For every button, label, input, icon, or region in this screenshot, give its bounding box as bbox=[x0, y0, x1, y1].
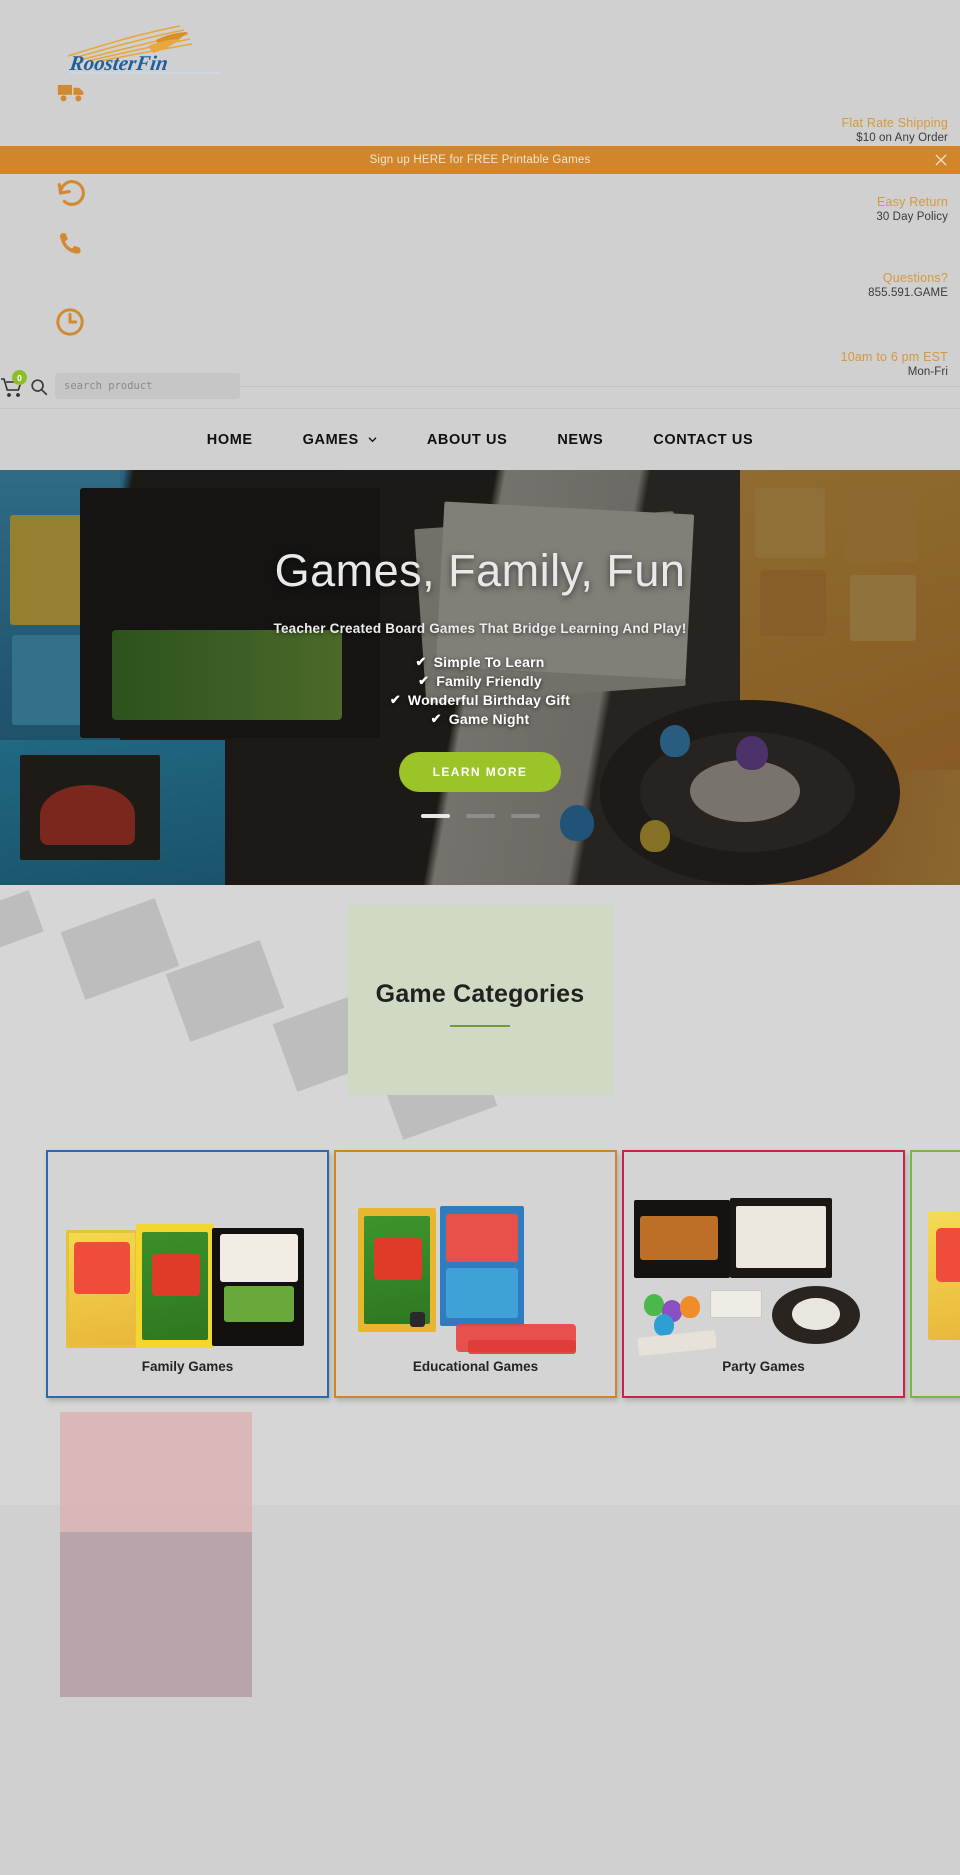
nav-label: GAMES bbox=[302, 431, 359, 448]
svg-text:RoosterFin: RoosterFin bbox=[67, 51, 169, 75]
check-icon: ✔ bbox=[418, 673, 430, 688]
carousel-dot-2[interactable] bbox=[465, 814, 495, 818]
announcement-bar[interactable]: Sign up HERE for FREE Printable Games bbox=[0, 146, 960, 174]
hero-bullet-label: Family Friendly bbox=[436, 673, 542, 689]
close-icon[interactable] bbox=[934, 153, 948, 167]
category-card-party-games[interactable]: Party Games bbox=[622, 1150, 905, 1398]
hero-bullet-label: Simple To Learn bbox=[433, 654, 545, 670]
nav-label: ABOUT US bbox=[426, 431, 508, 448]
hero-bullet-list: ✔ Simple To Learn ✔ Family Friendly ✔ Wo… bbox=[390, 654, 570, 727]
category-card-label: Family Games bbox=[141, 1359, 234, 1374]
nav-item-contact-us[interactable]: CONTACT US bbox=[628, 432, 778, 448]
hero-bullet: ✔ Game Night bbox=[431, 711, 530, 727]
category-card-image bbox=[912, 1182, 960, 1352]
utility-easy-return: Easy Return 30 Day Policy bbox=[876, 195, 948, 224]
page-root: RoosterFin Flat Rate Shipping $10 on Any… bbox=[0, 0, 960, 1875]
check-icon: ✔ bbox=[415, 654, 427, 669]
cart-count-badge: 0 bbox=[12, 370, 27, 385]
utility-sub: 30 Day Policy bbox=[876, 211, 948, 224]
heading-underline bbox=[450, 1025, 510, 1027]
cart-icon[interactable]: 0 bbox=[0, 370, 34, 402]
search-row: 0 bbox=[0, 370, 960, 405]
hero-bullet: ✔ Family Friendly bbox=[418, 673, 542, 689]
main-navigation: HOME GAMES ABOUT US NEWS CONTACT US bbox=[0, 408, 960, 470]
category-card-family-games[interactable]: Family Games bbox=[46, 1150, 329, 1398]
roosterfin-logo-icon: RoosterFin bbox=[67, 25, 220, 75]
divider bbox=[240, 386, 960, 387]
nav-item-news[interactable]: NEWS bbox=[532, 432, 628, 448]
hero-subtitle: Teacher Created Board Games That Bridge … bbox=[273, 621, 687, 636]
utility-title: Flat Rate Shipping bbox=[841, 116, 948, 130]
carousel-dots bbox=[420, 814, 540, 818]
announcement-text[interactable]: Sign up HERE for FREE Printable Games bbox=[370, 154, 591, 166]
utility-title: Questions? bbox=[882, 271, 948, 285]
search-icon[interactable] bbox=[30, 378, 48, 396]
header-utility-zone: RoosterFin Flat Rate Shipping $10 on Any… bbox=[0, 0, 960, 470]
utility-questions: Questions? 855.591.GAME bbox=[868, 271, 948, 300]
check-icon: ✔ bbox=[389, 692, 401, 707]
learn-more-button[interactable]: LEARN MORE bbox=[398, 752, 562, 792]
overlay-band-mauve bbox=[60, 1532, 252, 1697]
categories-heading: Game Categories bbox=[375, 980, 585, 1008]
category-card-next[interactable] bbox=[910, 1150, 960, 1398]
hero-bullet: ✔ Wonderful Birthday Gift bbox=[390, 692, 570, 708]
nav-item-about-us[interactable]: ABOUT US bbox=[402, 432, 533, 448]
brand-logo[interactable]: RoosterFin bbox=[60, 20, 230, 80]
check-icon: ✔ bbox=[430, 711, 442, 726]
truck-icon bbox=[55, 75, 89, 109]
hero-title: Games, Family, Fun bbox=[274, 545, 686, 596]
category-card-row: Family Games Educational Games Party Gam… bbox=[0, 1150, 960, 1398]
phone-icon bbox=[53, 228, 87, 262]
hero-bullet-label: Wonderful Birthday Gift bbox=[407, 692, 571, 708]
utility-flat-rate-shipping: Flat Rate Shipping $10 on Any Order bbox=[842, 116, 948, 145]
hero-carousel[interactable]: Games, Family, Fun Teacher Created Board… bbox=[0, 470, 960, 885]
return-icon bbox=[55, 176, 89, 210]
utility-title: Easy Return bbox=[877, 195, 948, 209]
search-input[interactable] bbox=[55, 373, 240, 399]
nav-item-games[interactable]: GAMES bbox=[278, 432, 402, 448]
category-card-label: Party Games bbox=[722, 1359, 805, 1374]
nav-label: HOME bbox=[206, 431, 253, 448]
hero-content: Games, Family, Fun Teacher Created Board… bbox=[0, 470, 960, 885]
nav-item-home[interactable]: HOME bbox=[182, 432, 278, 448]
nav-label: NEWS bbox=[557, 431, 604, 448]
carousel-dot-1[interactable] bbox=[420, 814, 450, 818]
category-card-educational-games[interactable]: Educational Games bbox=[334, 1150, 617, 1398]
utility-sub: $10 on Any Order bbox=[856, 132, 948, 145]
utility-sub: 855.591.GAME bbox=[868, 287, 948, 300]
decor-shape bbox=[0, 890, 44, 952]
utility-title: 10am to 6 pm EST bbox=[840, 350, 948, 364]
chevron-down-icon[interactable] bbox=[368, 435, 377, 444]
hero-bullet: ✔ Simple To Learn bbox=[416, 654, 545, 670]
clock-icon bbox=[53, 305, 87, 339]
category-card-image bbox=[624, 1182, 903, 1357]
category-card-image bbox=[48, 1182, 327, 1352]
category-card-label: Educational Games bbox=[412, 1359, 539, 1374]
hero-bullet-label: Game Night bbox=[448, 711, 530, 727]
carousel-dot-3[interactable] bbox=[510, 814, 540, 818]
nav-label: CONTACT US bbox=[653, 431, 754, 448]
overlay-band-pink bbox=[60, 1412, 252, 1532]
category-card-image bbox=[336, 1182, 615, 1354]
